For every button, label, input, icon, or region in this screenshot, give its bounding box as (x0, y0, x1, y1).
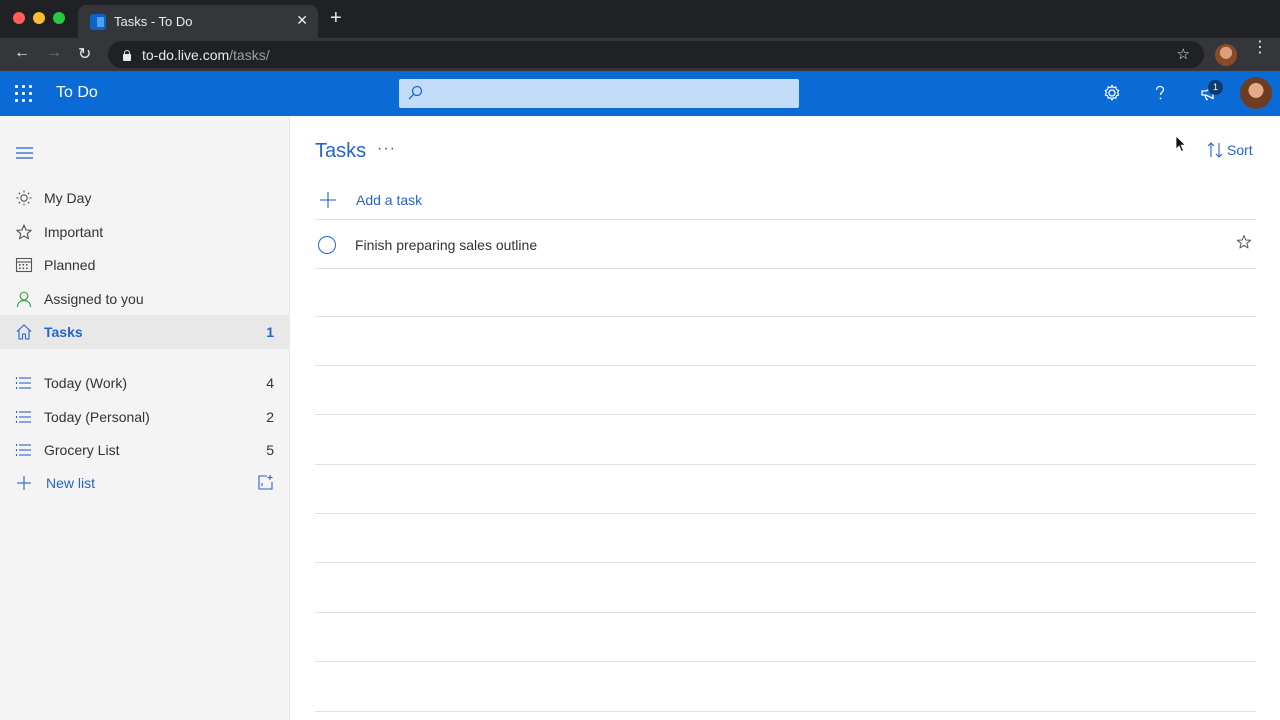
sidebar-item-label: Today (Work) (44, 375, 127, 391)
url-host: to-do.live.com (142, 46, 230, 63)
page-title[interactable]: Tasks (315, 140, 366, 163)
close-tab-icon[interactable]: ✕ (296, 12, 308, 29)
mouse-cursor-icon (1175, 135, 1187, 153)
gear-icon[interactable] (1102, 83, 1122, 103)
sun-icon (16, 190, 32, 206)
sidebar-item-my-day[interactable]: My Day (0, 181, 290, 215)
url-path: /tasks/ (229, 46, 270, 63)
main-content: Tasks ··· Sort Add a task Finish prepari… (291, 116, 1280, 720)
importance-star-icon[interactable] (1236, 234, 1252, 250)
sidebar-item-label: Today (Personal) (44, 409, 150, 425)
new-tab-button[interactable]: + (330, 8, 342, 28)
empty-row-divider (315, 414, 1256, 415)
minimize-window-button[interactable] (33, 12, 45, 24)
sidebar-item-label: Grocery List (44, 442, 120, 458)
sidebar-item-planned[interactable]: Planned (0, 248, 290, 282)
sidebar-item-assigned-to-you[interactable]: Assigned to you (0, 282, 290, 316)
empty-row-divider (315, 562, 1256, 563)
sidebar-item-count: 2 (266, 409, 274, 425)
sidebar-list-today-work[interactable]: Today (Work) 4 (0, 366, 290, 400)
plus-icon (17, 476, 31, 490)
account-avatar[interactable] (1240, 77, 1272, 109)
person-icon (16, 291, 32, 308)
new-list-label: New list (46, 475, 96, 491)
sidebar-item-label: Assigned to you (44, 291, 144, 307)
app-title[interactable]: To Do (56, 84, 98, 102)
app-header: To Do (0, 71, 1280, 116)
sidebar-item-tasks[interactable]: Tasks 1 (0, 315, 290, 349)
add-task-label: Add a task (356, 191, 423, 208)
empty-row-divider (315, 612, 1256, 613)
new-list-button[interactable]: New list (0, 466, 290, 500)
sidebar-list-today-personal[interactable]: Today (Personal) 2 (0, 400, 290, 434)
sidebar: My Day Important Planned Assigned to you (0, 116, 290, 720)
help-icon[interactable] (1150, 83, 1170, 103)
plus-icon (320, 192, 336, 208)
sort-icon (1207, 142, 1223, 158)
add-task-input[interactable]: Add a task (315, 180, 1256, 220)
app-launcher-icon[interactable] (15, 85, 33, 103)
empty-row-divider (315, 661, 1256, 662)
browser-tab[interactable]: Tasks - To Do ✕ (78, 5, 318, 38)
sidebar-item-label: Important (44, 224, 104, 240)
sidebar-item-count: 1 (266, 324, 274, 340)
close-window-button[interactable] (13, 12, 25, 24)
home-icon (16, 324, 32, 340)
empty-row-divider (315, 711, 1256, 712)
browser-tab-strip: Tasks - To Do ✕ + (0, 0, 1280, 38)
empty-row-divider (315, 464, 1256, 465)
sort-label: Sort (1227, 142, 1253, 158)
list-icon (15, 411, 31, 423)
empty-row-divider (315, 365, 1256, 366)
more-options-icon[interactable]: ··· (377, 140, 396, 158)
sidebar-item-label: My Day (44, 190, 92, 206)
notification-badge: 1 (1208, 80, 1223, 95)
star-icon (16, 224, 32, 240)
address-bar[interactable]: to-do.live.com/tasks/ ☆ (108, 41, 1204, 68)
task-title[interactable]: Finish preparing sales outline (355, 237, 537, 253)
outlook-favicon-icon (90, 13, 106, 30)
complete-task-checkbox[interactable] (318, 236, 336, 254)
sidebar-list-grocery[interactable]: Grocery List 5 (0, 433, 290, 467)
task-item[interactable]: Finish preparing sales outline (315, 220, 1256, 269)
calendar-icon (15, 257, 33, 273)
empty-row-divider (315, 513, 1256, 514)
bookmark-star-icon[interactable]: ☆ (1177, 45, 1190, 63)
back-arrow-icon[interactable]: ← (14, 44, 30, 62)
list-icon (15, 377, 31, 389)
new-group-icon[interactable] (257, 474, 274, 491)
sort-button[interactable]: Sort (1207, 141, 1253, 159)
sidebar-item-count: 4 (266, 375, 274, 391)
sidebar-item-important[interactable]: Important (0, 215, 290, 249)
lock-icon (122, 49, 132, 61)
sidebar-item-label: Tasks (44, 324, 83, 340)
reload-icon[interactable]: ↻ (78, 44, 91, 64)
forward-arrow-icon[interactable]: → (46, 44, 62, 62)
empty-row-divider (315, 316, 1256, 317)
browser-toolbar: ← → ↻ to-do.live.com/tasks/ ☆ (0, 38, 1280, 71)
browser-profile-avatar[interactable] (1215, 44, 1237, 66)
sidebar-item-count: 5 (266, 442, 274, 458)
search-icon (408, 85, 423, 100)
list-icon (15, 444, 31, 456)
tab-title: Tasks - To Do (114, 14, 193, 29)
maximize-window-button[interactable] (53, 12, 65, 24)
browser-menu-icon[interactable]: ⋮ (1252, 40, 1268, 56)
hamburger-menu-icon[interactable] (16, 147, 33, 159)
search-input[interactable] (399, 79, 799, 108)
sidebar-item-label: Planned (44, 257, 96, 273)
